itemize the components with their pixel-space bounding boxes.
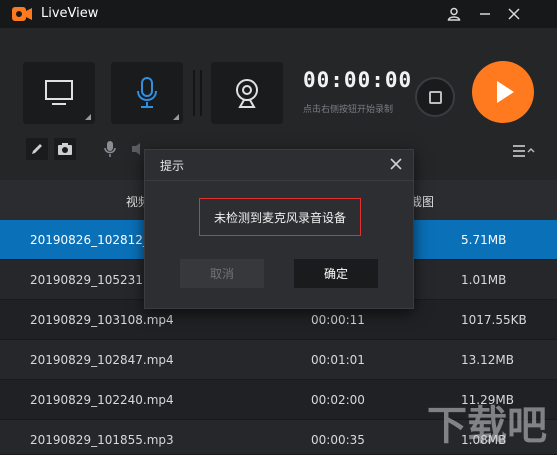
- dialog-separator: [145, 180, 413, 181]
- close-icon[interactable]: [503, 3, 525, 25]
- file-duration: 00:00:35: [311, 433, 365, 447]
- recording-hint: 点击右侧按钮开始录制: [303, 105, 394, 115]
- user-icon[interactable]: [443, 3, 465, 25]
- recording-timer: 00:00:00: [303, 68, 413, 92]
- file-size: 1.01MB: [461, 273, 507, 287]
- file-size: 5.71MB: [461, 233, 507, 247]
- divider: [200, 70, 202, 116]
- dialog-title: 提示: [160, 159, 185, 173]
- speaker-icon[interactable]: [131, 142, 141, 156]
- file-duration: 00:01:01: [311, 353, 365, 367]
- dialog-close-icon[interactable]: [386, 154, 406, 174]
- dropdown-corner-icon: [173, 114, 179, 120]
- file-duration: 00:00:11: [311, 313, 365, 327]
- file-duration: 00:02:00: [311, 393, 365, 407]
- microphone-small-icon[interactable]: [103, 140, 117, 158]
- alert-dialog: 提示 未检测到麦克风录音设备 取消 确定: [144, 149, 414, 309]
- file-name: 20190826_102812_c: [30, 233, 156, 247]
- edit-tool-button[interactable]: [26, 138, 48, 160]
- app-logo-icon: [12, 7, 32, 21]
- screen-source-button[interactable]: [23, 62, 95, 124]
- cancel-button[interactable]: 取消: [180, 259, 264, 288]
- file-name: 20190829_103108.mp4: [30, 313, 174, 327]
- watermark-logo: 下载吧: [427, 403, 547, 449]
- title-bar: LiveView: [0, 0, 557, 28]
- dialog-message: 未检测到麦克风录音设备: [199, 198, 361, 236]
- play-icon: [497, 81, 514, 103]
- menu-icon[interactable]: [512, 144, 536, 158]
- file-name: 20190829_101855.mp3: [30, 433, 174, 447]
- screen-icon: [45, 80, 73, 105]
- file-name: 20190829_105231.m: [30, 273, 159, 287]
- microphone-source-button[interactable]: [111, 62, 183, 124]
- webcam-source-button[interactable]: [211, 62, 283, 124]
- camera-icon: [58, 143, 72, 155]
- record-start-button[interactable]: [472, 61, 534, 123]
- pencil-icon: [32, 144, 42, 154]
- file-name: 20190829_102240.mp4: [30, 393, 174, 407]
- stop-button[interactable]: [415, 77, 455, 117]
- screenshot-tool-button[interactable]: [54, 138, 76, 160]
- file-size: 13.12MB: [461, 353, 514, 367]
- dropdown-corner-icon: [85, 114, 91, 120]
- watermark-text: 下载吧: [427, 403, 547, 449]
- confirm-button[interactable]: 确定: [294, 259, 378, 288]
- minimize-icon[interactable]: [474, 3, 496, 25]
- stop-icon: [428, 90, 442, 104]
- app-title: LiveView: [41, 6, 99, 21]
- table-row[interactable]: 20190829_102847.mp4 00:01:01 13.12MB: [0, 340, 557, 380]
- divider: [193, 70, 195, 116]
- file-size: 1017.55KB: [461, 313, 527, 327]
- file-name: 20190829_102847.mp4: [30, 353, 174, 367]
- microphone-icon: [137, 77, 157, 108]
- webcam-icon: [236, 79, 258, 108]
